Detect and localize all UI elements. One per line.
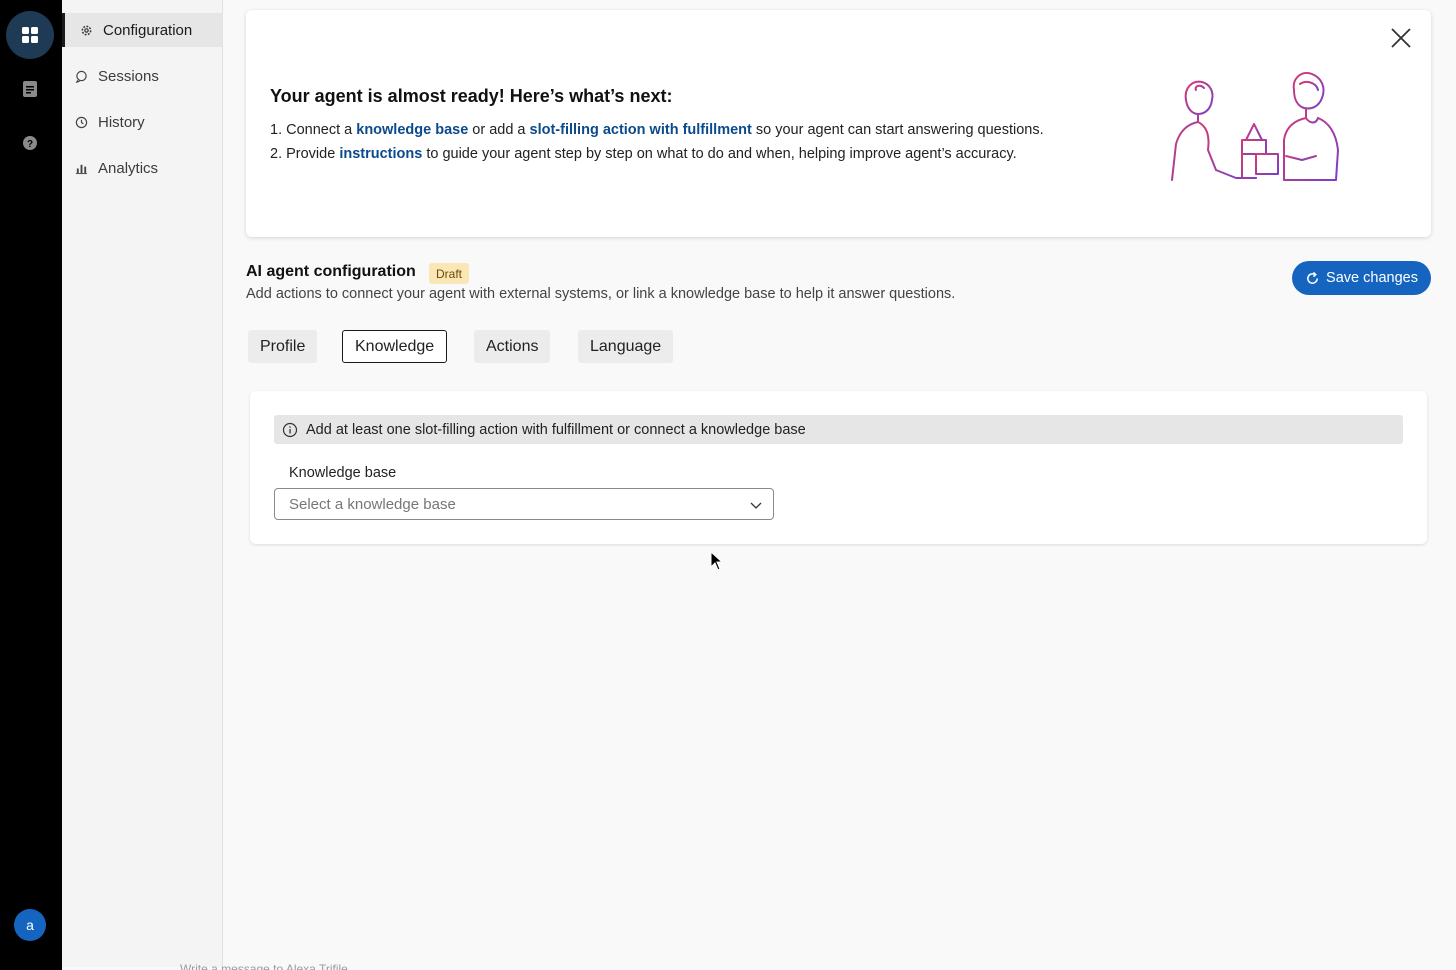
knowledge-base-link[interactable]: knowledge base (356, 122, 468, 138)
mouse-cursor-icon (710, 551, 724, 571)
chat-icon (74, 69, 88, 83)
tab-knowledge[interactable]: Knowledge (342, 330, 448, 363)
grid-icon[interactable] (6, 11, 54, 59)
people-illustration (1171, 72, 1339, 181)
nav-item-sessions[interactable]: Sessions (62, 59, 222, 93)
info-notice: Add at least one slot-filling action wit… (274, 415, 1403, 444)
svg-text:?: ? (27, 139, 33, 150)
config-description: Add actions to connect your agent with e… (246, 286, 956, 302)
tab-language[interactable]: Language (578, 330, 674, 363)
banner-step-1: 1. Connect a knowledge base or add a slo… (270, 118, 1044, 142)
knowledge-panel: Add at least one slot-filling action wit… (250, 391, 1427, 544)
nav-item-history[interactable]: History (62, 105, 222, 139)
notice-text: Add at least one slot-filling action wit… (306, 421, 806, 438)
tab-actions[interactable]: Actions (474, 330, 551, 363)
message-input-hint: Write a message to Alexa Trifile (180, 962, 348, 970)
document-icon[interactable] (6, 65, 54, 113)
knowledge-base-select[interactable]: Select a knowledge base (274, 488, 774, 520)
banner-steps: 1. Connect a knowledge base or add a slo… (270, 118, 1044, 166)
knowledge-base-label: Knowledge base (289, 465, 397, 481)
chart-icon (74, 161, 88, 175)
gear-icon (79, 23, 93, 37)
tab-profile[interactable]: Profile (248, 330, 318, 363)
slot-filling-action-link[interactable]: slot-filling action with fulfillment (530, 122, 752, 138)
step-text: or add a (468, 122, 530, 138)
step-text: 1. Connect a (270, 122, 357, 138)
nav-item-label: Analytics (98, 159, 159, 177)
config-title: AI agent configuration (246, 263, 416, 280)
step-text: so your agent can start answering questi… (751, 122, 1044, 138)
instructions-link[interactable]: instructions (339, 146, 422, 162)
help-icon[interactable]: ? (6, 119, 54, 167)
info-icon (282, 422, 298, 438)
step-text: to guide your agent step by step on what… (422, 146, 1017, 162)
nav-item-label: History (98, 113, 145, 131)
secondary-nav: Configuration Sessions History Analytics (62, 0, 223, 967)
avatar[interactable]: a (14, 909, 46, 941)
nav-item-analytics[interactable]: Analytics (62, 151, 222, 185)
banner-title: Your agent is almost ready! Here’s what’… (270, 86, 673, 106)
banner-step-2: 2. Provide instructions to guide your ag… (270, 142, 1044, 166)
step-text: 2. Provide (270, 146, 340, 162)
nav-item-label: Sessions (98, 67, 159, 85)
close-icon[interactable] (1389, 26, 1413, 50)
onboarding-banner: Your agent is almost ready! Here’s what’… (246, 10, 1431, 237)
clock-icon (74, 115, 88, 129)
nav-item-label: Configuration (103, 21, 193, 39)
save-changes-button[interactable]: Save changes (1292, 261, 1431, 295)
select-placeholder: Select a knowledge base (289, 495, 456, 513)
refresh-icon (1307, 271, 1318, 284)
nav-item-configuration[interactable]: Configuration (62, 13, 222, 47)
app-rail: ? a (0, 0, 62, 970)
chevron-down-icon (750, 502, 762, 509)
status-badge: Draft (429, 263, 470, 284)
save-changes-label: Save changes (1326, 270, 1418, 286)
